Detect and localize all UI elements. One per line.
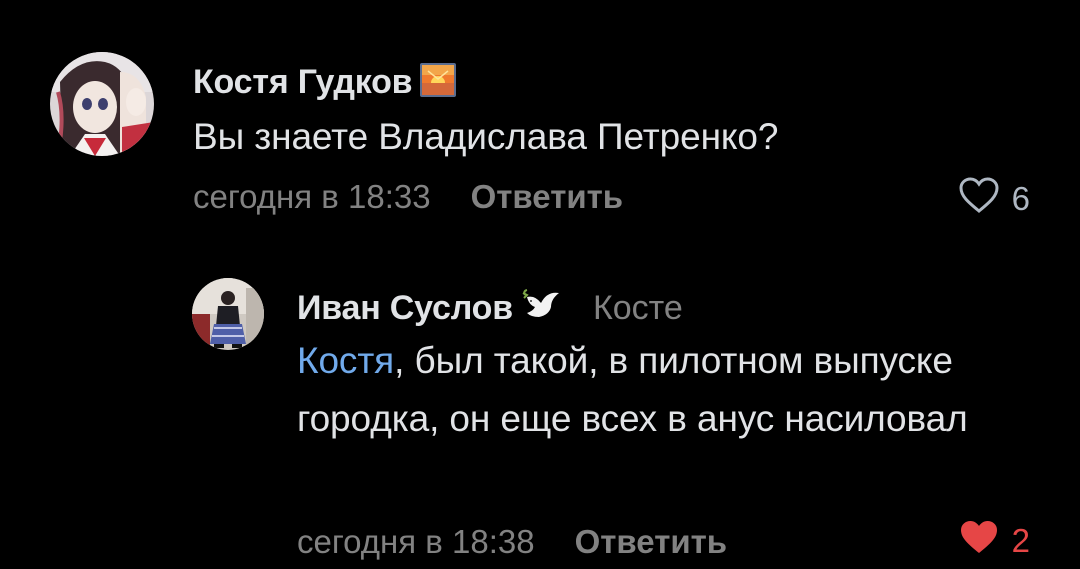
comment-meta: сегодня в 18:33 Ответить — [193, 173, 623, 221]
author-name[interactable]: Костя Гудков — [193, 63, 413, 102]
reply-button[interactable]: Ответить — [471, 178, 624, 216]
heart-outline-icon — [958, 176, 1012, 222]
reply-comment: Иван Суслов Косте Костя, был такой, в пи… — [192, 278, 1050, 569]
comment-text: Костя, был такой, в пилотном выпуске гор… — [297, 332, 1017, 448]
like-button[interactable]: 2 — [958, 518, 1030, 564]
like-count: 2 — [1011, 522, 1030, 559]
like-button[interactable]: 6 — [958, 176, 1030, 222]
heart-filled-icon — [958, 518, 1012, 564]
comment: Костя Гудков Вы знаете Владислава Петрен… — [50, 52, 1050, 222]
comments-thread: Костя Гудков Вы знаете Владислава Петрен… — [0, 0, 1080, 569]
author-row: Костя Гудков — [193, 60, 457, 104]
comment-text: Вы знаете Владислава Петренко? — [193, 116, 779, 157]
mention-link[interactable]: Костя — [297, 340, 394, 381]
comment-time: сегодня в 18:38 — [297, 523, 535, 560]
sunset-badge-icon — [420, 62, 457, 102]
author-row: Иван Суслов Косте — [297, 286, 683, 330]
reply-button[interactable]: Ответить — [575, 523, 728, 561]
author-name[interactable]: Иван Суслов — [297, 289, 513, 328]
like-count: 6 — [1011, 180, 1030, 217]
comment-meta: сегодня в 18:38 Ответить — [297, 518, 727, 566]
avatar[interactable] — [50, 52, 154, 156]
avatar[interactable] — [192, 278, 264, 350]
comment-body: , был такой, в пилотном выпуске городка,… — [297, 340, 968, 439]
comment-time: сегодня в 18:33 — [193, 178, 431, 215]
reply-to[interactable]: Косте — [593, 289, 683, 328]
dove-icon — [521, 288, 563, 328]
